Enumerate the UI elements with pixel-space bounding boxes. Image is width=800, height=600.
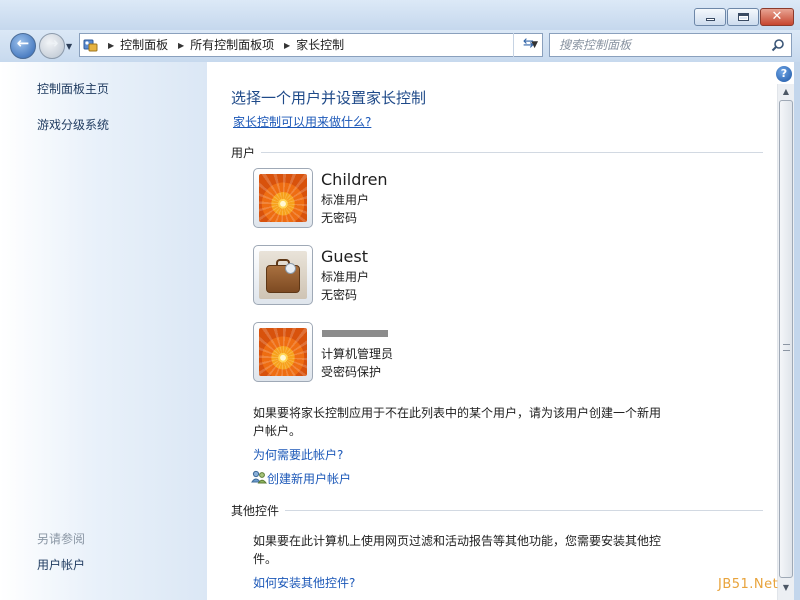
install-controls-link[interactable]: 如何安装其他控件? bbox=[253, 574, 355, 591]
breadcrumb-separator-icon[interactable]: ▶ bbox=[178, 41, 184, 50]
breadcrumb-item[interactable]: 所有控制面板项 bbox=[190, 38, 274, 52]
user-type: 计算机管理员 bbox=[321, 347, 394, 361]
refresh-icon: ⇆ bbox=[523, 36, 534, 51]
sidebar-link-user-accounts[interactable]: 用户帐户 bbox=[37, 556, 85, 573]
redacted-user-name bbox=[322, 330, 388, 337]
scrollbar-thumb[interactable] bbox=[779, 100, 793, 578]
forward-button[interactable]: → bbox=[39, 33, 65, 59]
close-button[interactable]: ✕ bbox=[760, 8, 794, 26]
close-icon: ✕ bbox=[771, 9, 783, 24]
scroll-grip-icon bbox=[783, 344, 790, 351]
maximize-icon bbox=[738, 13, 749, 21]
back-arrow-icon: ← bbox=[16, 34, 30, 52]
breadcrumb-separator-icon[interactable]: ▶ bbox=[108, 41, 114, 50]
scroll-up-icon[interactable]: ▲ bbox=[778, 84, 794, 100]
window-frame-right bbox=[794, 62, 800, 600]
avatar bbox=[253, 168, 313, 228]
user-name: Guest bbox=[321, 247, 368, 266]
users-icon bbox=[251, 470, 267, 484]
search-placeholder: 搜索控制面板 bbox=[559, 38, 632, 52]
other-controls-note: 如果要在此计算机上使用网页过滤和活动报告等其他功能，您需要安装其他控件。 bbox=[253, 534, 662, 566]
watermark: JB51.Net bbox=[718, 577, 779, 592]
breadcrumb-separator-icon[interactable]: ▶ bbox=[284, 41, 290, 50]
forward-arrow-icon: → bbox=[45, 34, 59, 52]
user-type: 标准用户 bbox=[321, 270, 370, 284]
suitcase-avatar-icon bbox=[259, 251, 307, 299]
page-title: 选择一个用户并设置家长控制 bbox=[231, 89, 427, 107]
user-tile-children[interactable]: Children 标准用户 无密码 bbox=[253, 168, 613, 232]
maximize-button[interactable] bbox=[727, 8, 759, 26]
flower-avatar-icon bbox=[259, 328, 307, 376]
address-bar[interactable]: ▶ 控制面板 ▶ 所有控制面板项 ▶ 家长控制 ▼ bbox=[79, 33, 543, 57]
back-button[interactable]: ← bbox=[10, 33, 36, 59]
user-password-status: 受密码保护 bbox=[321, 365, 382, 379]
create-user-account-link[interactable]: 创建新用户帐户 bbox=[267, 470, 351, 487]
control-panel-icon bbox=[83, 39, 98, 52]
scroll-down-icon[interactable]: ▼ bbox=[778, 580, 794, 596]
sidebar: 控制面板主页 游戏分级系统 另请参阅 用户帐户 bbox=[0, 62, 207, 600]
navigation-bar: ← → ▼ ▶ 控制面板 ▶ 所有控制面板项 ▶ 家长控制 ▼ ⇆ 搜索控制面板 bbox=[0, 30, 800, 62]
search-icon[interactable] bbox=[771, 38, 785, 52]
breadcrumb-item[interactable]: 家长控制 bbox=[296, 38, 344, 52]
user-tile-guest[interactable]: Guest 标准用户 无密码 bbox=[253, 245, 613, 309]
add-user-note: 如果要将家长控制应用于不在此列表中的某个用户，请为该用户创建一个新用户帐户。 bbox=[253, 406, 662, 438]
help-icon[interactable]: ? bbox=[776, 66, 792, 82]
see-also-heading: 另请参阅 bbox=[37, 532, 86, 546]
breadcrumb-item[interactable]: 控制面板 bbox=[120, 38, 168, 52]
minimize-button[interactable] bbox=[694, 8, 726, 26]
flower-avatar-icon bbox=[259, 174, 307, 222]
other-controls-section-label: 其他控件 bbox=[231, 504, 280, 518]
window-titlebar: ✕ bbox=[0, 0, 800, 33]
recent-pages-dropdown[interactable]: ▼ bbox=[66, 42, 72, 51]
user-password-status: 无密码 bbox=[321, 288, 358, 302]
section-divider bbox=[285, 510, 763, 511]
refresh-button[interactable]: ⇆ bbox=[513, 33, 543, 57]
why-account-link[interactable]: 为何需要此帐户? bbox=[253, 446, 343, 463]
user-type: 标准用户 bbox=[321, 193, 370, 207]
vertical-scrollbar[interactable]: ▲ ▼ bbox=[777, 84, 794, 600]
avatar bbox=[253, 322, 313, 382]
search-input[interactable]: 搜索控制面板 bbox=[549, 33, 792, 57]
user-tile-administrator[interactable]: 计算机管理员 受密码保护 bbox=[253, 322, 613, 386]
sidebar-link-home[interactable]: 控制面板主页 bbox=[37, 80, 109, 97]
user-name: Children bbox=[321, 170, 388, 189]
users-section-label: 用户 bbox=[231, 146, 256, 160]
sidebar-link-game-ratings[interactable]: 游戏分级系统 bbox=[37, 116, 109, 133]
breadcrumb: ▶ 控制面板 ▶ 所有控制面板项 ▶ 家长控制 bbox=[104, 34, 346, 57]
content-area: 控制面板主页 游戏分级系统 另请参阅 用户帐户 选择一个用户并设置家长控制 家长… bbox=[0, 62, 800, 600]
section-divider bbox=[261, 152, 763, 153]
what-parental-controls-link[interactable]: 家长控制可以用来做什么? bbox=[233, 113, 371, 130]
main-panel: 选择一个用户并设置家长控制 家长控制可以用来做什么? 用户 Children 标… bbox=[207, 62, 777, 600]
window-controls: ✕ bbox=[693, 8, 794, 26]
minimize-icon bbox=[706, 18, 715, 21]
user-password-status: 无密码 bbox=[321, 211, 358, 225]
avatar bbox=[253, 245, 313, 305]
